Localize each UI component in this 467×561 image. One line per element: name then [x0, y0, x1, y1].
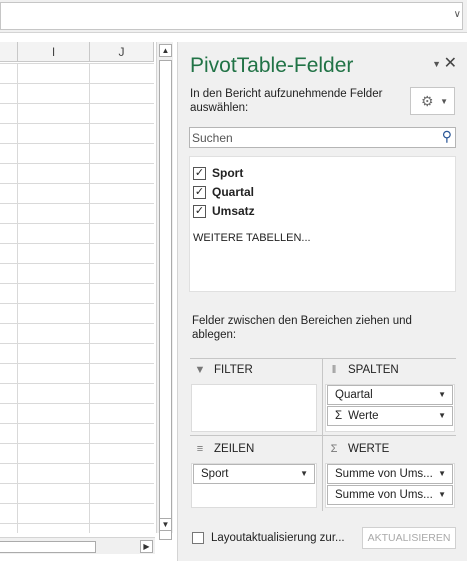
chevron-down-icon: ▼	[438, 390, 446, 399]
search-icon[interactable]: ⚲	[442, 128, 452, 145]
scroll-thumb[interactable]	[159, 60, 172, 540]
columns-chip-werte[interactable]: Σ Werte ▼	[327, 406, 453, 426]
scroll-down-icon[interactable]: ▼	[159, 518, 172, 531]
formula-input[interactable]	[0, 2, 463, 30]
columns-area-header: ‖ SPALTEN	[328, 364, 399, 376]
column-header-i[interactable]: I	[18, 42, 90, 62]
chevron-down-icon: ▼	[438, 490, 446, 499]
chevron-down-icon: ▼	[438, 411, 446, 420]
horizontal-scrollbar[interactable]: ▶	[0, 537, 155, 554]
drag-hint: Felder zwischen den Bereichen ziehen und…	[192, 315, 412, 341]
pane-subtitle: In den Bericht aufzunehmende Felder ausw…	[190, 88, 383, 114]
field-item-quartal[interactable]: ✓ Quartal	[193, 184, 254, 200]
update-button[interactable]: AKTUALISIEREN	[362, 527, 456, 549]
search-placeholder: Suchen	[192, 131, 233, 145]
more-tables-link[interactable]: WEITERE TABELLEN...	[193, 232, 311, 244]
filter-drop-zone[interactable]	[191, 384, 317, 432]
scroll-thumb-horizontal[interactable]	[0, 541, 96, 553]
field-item-sport[interactable]: ✓ Sport	[193, 165, 243, 181]
worksheet: I J	[0, 42, 154, 533]
checkbox[interactable]: ✓	[193, 185, 206, 199]
pivottable-fields-pane: PivotTable-Felder ▼ ✕ In den Bericht auf…	[177, 42, 467, 561]
gear-icon: ⚙	[421, 93, 434, 109]
scroll-up-icon[interactable]: ▲	[159, 44, 172, 57]
checkbox[interactable]	[192, 532, 204, 544]
sigma-icon: Σ	[330, 443, 338, 455]
column-header-j[interactable]: J	[90, 42, 154, 62]
chip-label: Quartal	[335, 389, 373, 401]
divider	[190, 435, 456, 436]
columns-icon: ‖	[331, 364, 337, 376]
filter-area-header: ▼ FILTER	[194, 364, 253, 376]
vertical-scrollbar[interactable]: ▲ ▼	[156, 42, 173, 540]
checkbox[interactable]: ✓	[193, 204, 206, 218]
rows-area-label: ZEILEN	[214, 443, 255, 455]
chip-label: Sport	[201, 468, 229, 480]
field-label: Umsatz	[212, 204, 255, 218]
search-input[interactable]: Suchen ⚲	[189, 127, 456, 148]
field-label: Sport	[212, 166, 244, 180]
values-area-header: Σ WERTE	[328, 443, 390, 455]
rows-chip-sport[interactable]: Sport ▼	[193, 464, 315, 484]
formula-bar: ∨	[0, 0, 467, 33]
field-list: ✓ Sport ✓ Quartal ✓ Umsatz WEITERE TABEL…	[189, 156, 456, 292]
tools-button[interactable]: ⚙ ▼	[410, 87, 455, 115]
chevron-down-icon: ▼	[300, 469, 308, 478]
field-item-umsatz[interactable]: ✓ Umsatz	[193, 203, 255, 219]
rows-area-header: ≡ ZEILEN	[194, 443, 254, 455]
values-area-label: WERTE	[348, 443, 390, 455]
divider	[322, 435, 323, 511]
chip-label: Summe von Ums...	[335, 468, 433, 480]
chip-label: Summe von Ums...	[335, 489, 433, 501]
defer-update-label: Layoutaktualisierung zur...	[211, 532, 345, 544]
cell-grid[interactable]	[0, 63, 154, 533]
close-icon[interactable]: ✕	[444, 53, 457, 73]
chip-label: Werte	[348, 410, 379, 422]
field-label: Quartal	[212, 185, 255, 199]
values-chip-2[interactable]: Summe von Ums... ▼	[327, 485, 453, 505]
defer-update-checkbox[interactable]: Layoutaktualisierung zur...	[192, 532, 345, 544]
chevron-down-icon: ▼	[438, 469, 446, 478]
checkbox[interactable]: ✓	[193, 166, 206, 180]
chevron-down-icon: ▼	[440, 97, 448, 106]
columns-chip-quartal[interactable]: Quartal ▼	[327, 385, 453, 405]
columns-area-label: SPALTEN	[348, 364, 399, 376]
column-header-blank[interactable]	[0, 42, 18, 62]
pane-options-icon[interactable]: ▼	[432, 59, 441, 69]
filter-icon: ▼	[194, 364, 206, 376]
values-chip-1[interactable]: Summe von Ums... ▼	[327, 464, 453, 484]
pane-title: PivotTable-Felder	[190, 54, 354, 77]
scroll-right-icon[interactable]: ▶	[140, 540, 153, 553]
filter-area-label: FILTER	[214, 364, 253, 376]
rows-icon: ≡	[196, 443, 204, 455]
chevron-down-icon[interactable]: ∨	[454, 9, 461, 20]
sigma-icon: Σ	[335, 410, 343, 422]
divider	[322, 358, 323, 436]
divider	[190, 358, 456, 359]
